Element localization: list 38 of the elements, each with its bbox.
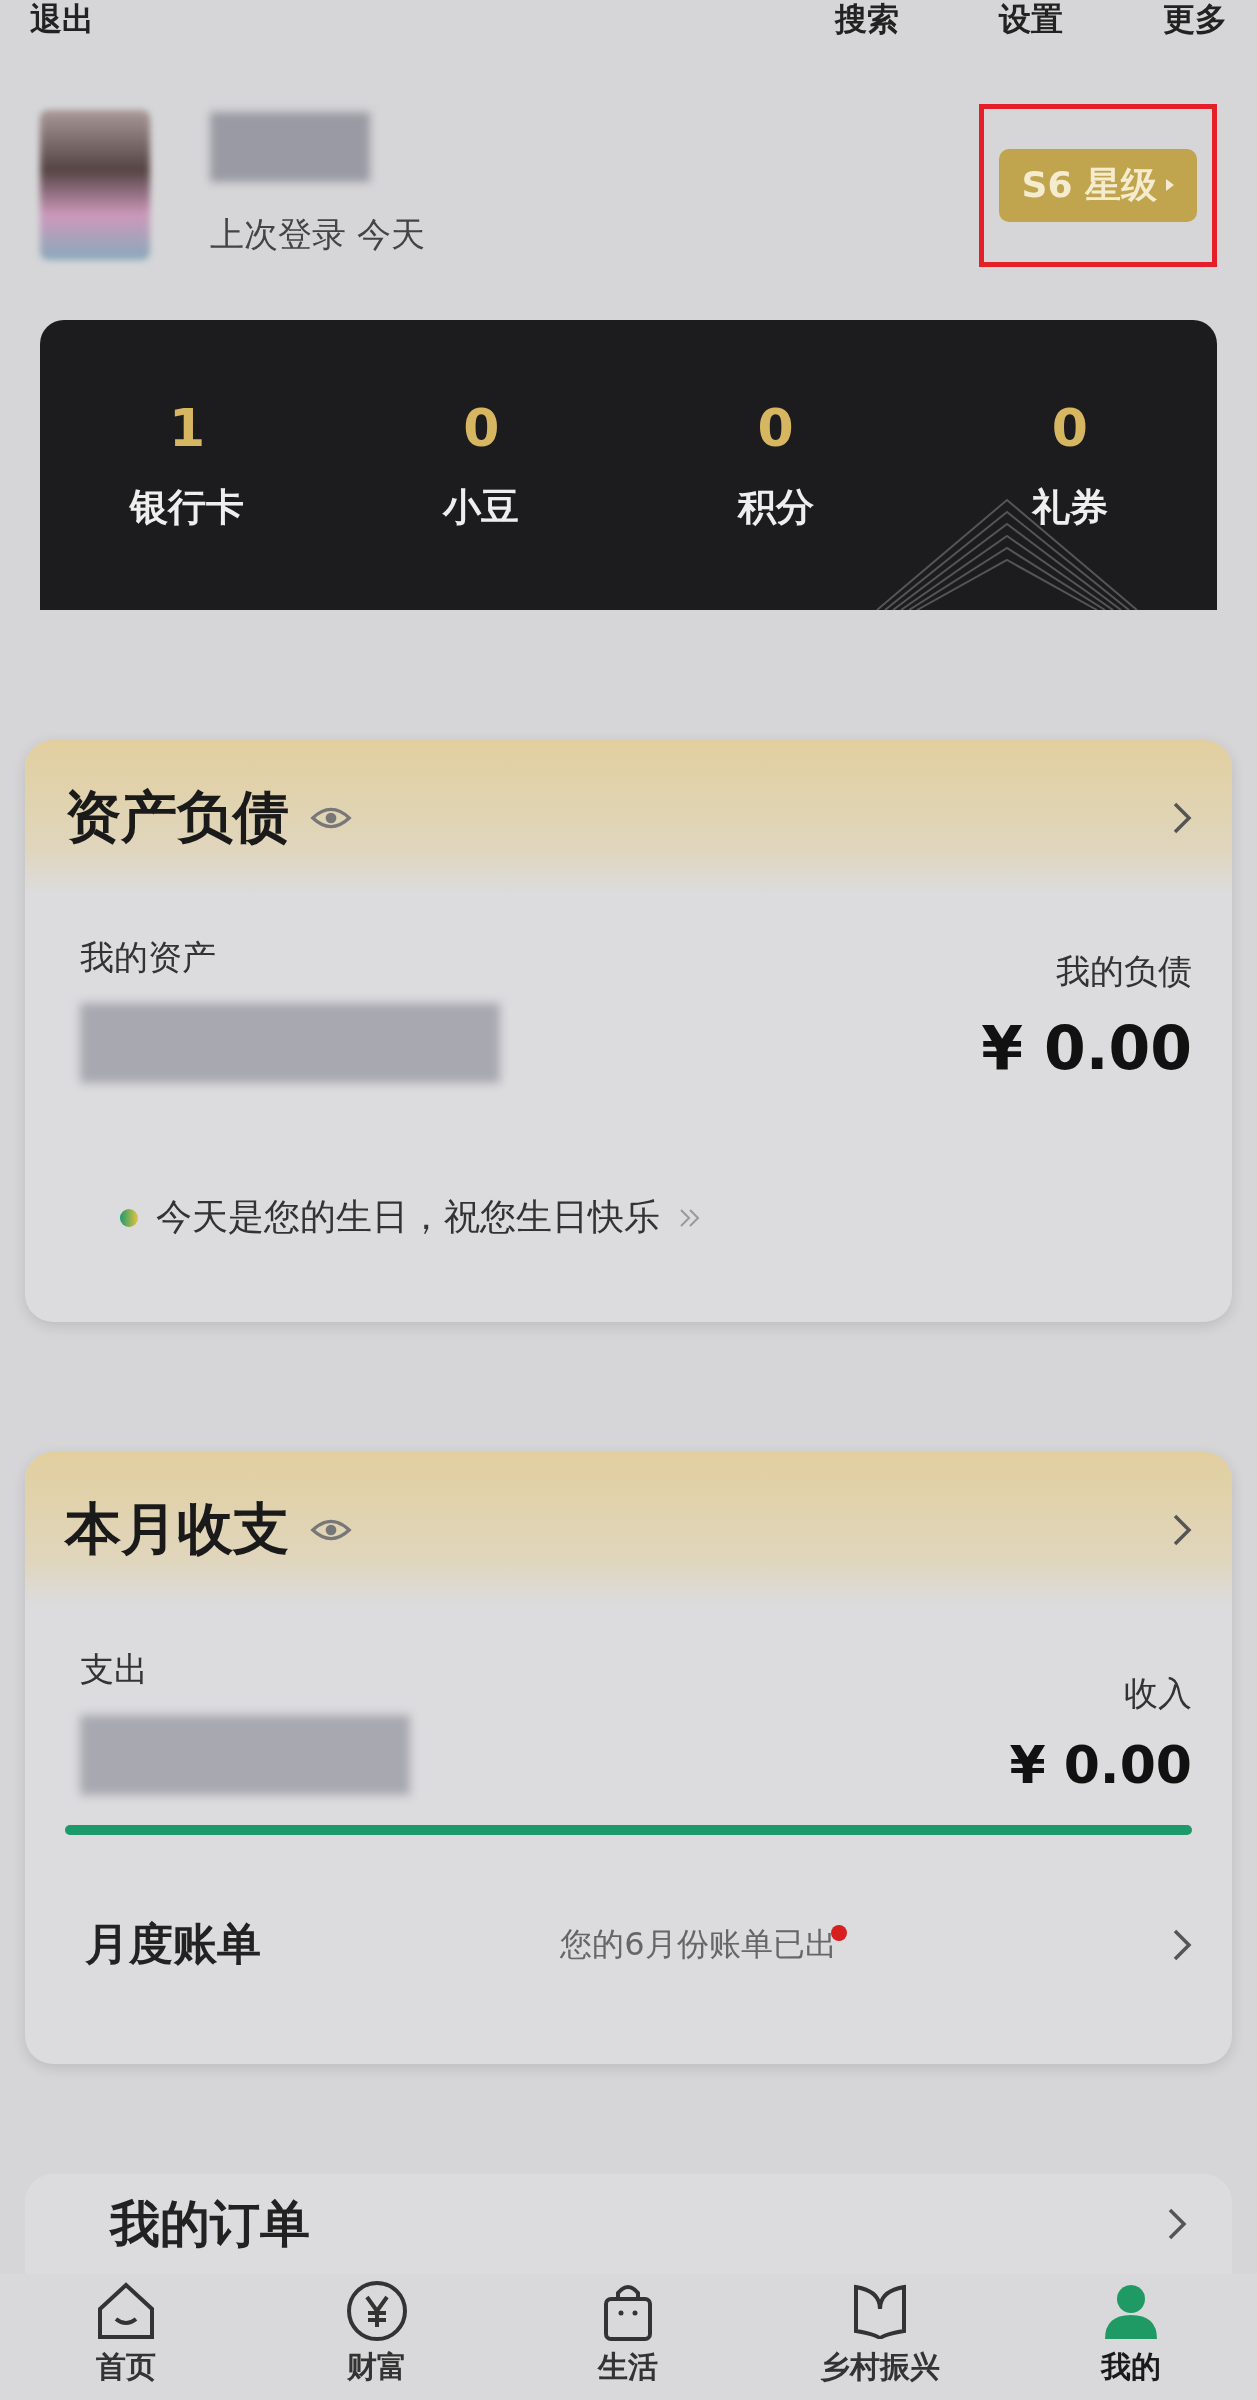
liabilities-amount: ¥ 0.00: [981, 1013, 1192, 1083]
status-dot: [120, 1208, 138, 1227]
card-title: 本月收支: [65, 1494, 289, 1563]
liabilities-label: 我的负债: [1056, 950, 1192, 993]
stat-value: 0: [463, 397, 500, 458]
nav-tab[interactable]: 首页: [0, 2278, 252, 2400]
yuan-icon[interactable]: [345, 2279, 410, 2343]
stat-value: 0: [1051, 397, 1088, 458]
chevron-icon[interactable]: [1172, 1512, 1192, 1547]
stat-label[interactable]: 积分: [737, 481, 814, 533]
birthday-notice[interactable]: 今天是您的生日，祝您生日快乐: [156, 1193, 660, 1242]
last-login-text: 上次登录 今天: [210, 213, 426, 256]
top-link[interactable]: 更多: [1163, 0, 1227, 42]
stat-label[interactable]: 银行卡: [130, 481, 245, 533]
nav-tab[interactable]: 我的: [1005, 2278, 1257, 2400]
top-link[interactable]: 设置: [999, 0, 1063, 42]
chevron-icon[interactable]: [1172, 800, 1192, 835]
income-label: 收入: [1124, 1672, 1192, 1715]
stat-label[interactable]: 小豆: [443, 481, 520, 533]
assets-label: 我的资产: [80, 936, 217, 979]
nav-tab[interactable]: 生活: [502, 2278, 755, 2400]
top-link[interactable]: 搜索: [835, 0, 899, 42]
expense-label: 支出: [80, 1648, 149, 1691]
stat-value: 1: [169, 397, 206, 458]
chevron-icon[interactable]: [1172, 1927, 1192, 1962]
orders-row[interactable]: 我的订单: [25, 2174, 1232, 2274]
bill-title: 月度账单: [85, 1917, 261, 1971]
income-amount: ¥ 0.00: [1009, 1735, 1192, 1795]
chevron-icon[interactable]: [1167, 2207, 1187, 2241]
card-title: 资产负债: [65, 782, 289, 851]
bill-note[interactable]: 您的6月份账单已出: [560, 1922, 837, 1967]
caret-icon: [1165, 178, 1175, 192]
nav-tab[interactable]: 财富: [251, 2278, 503, 2400]
stat-label[interactable]: 礼券: [1031, 481, 1108, 533]
stat-value: 0: [757, 397, 794, 458]
exit-link[interactable]: 退出: [30, 0, 94, 42]
orders-title: 我的订单: [110, 2193, 310, 2255]
nav-tab[interactable]: 乡村振兴: [754, 2278, 1006, 2400]
